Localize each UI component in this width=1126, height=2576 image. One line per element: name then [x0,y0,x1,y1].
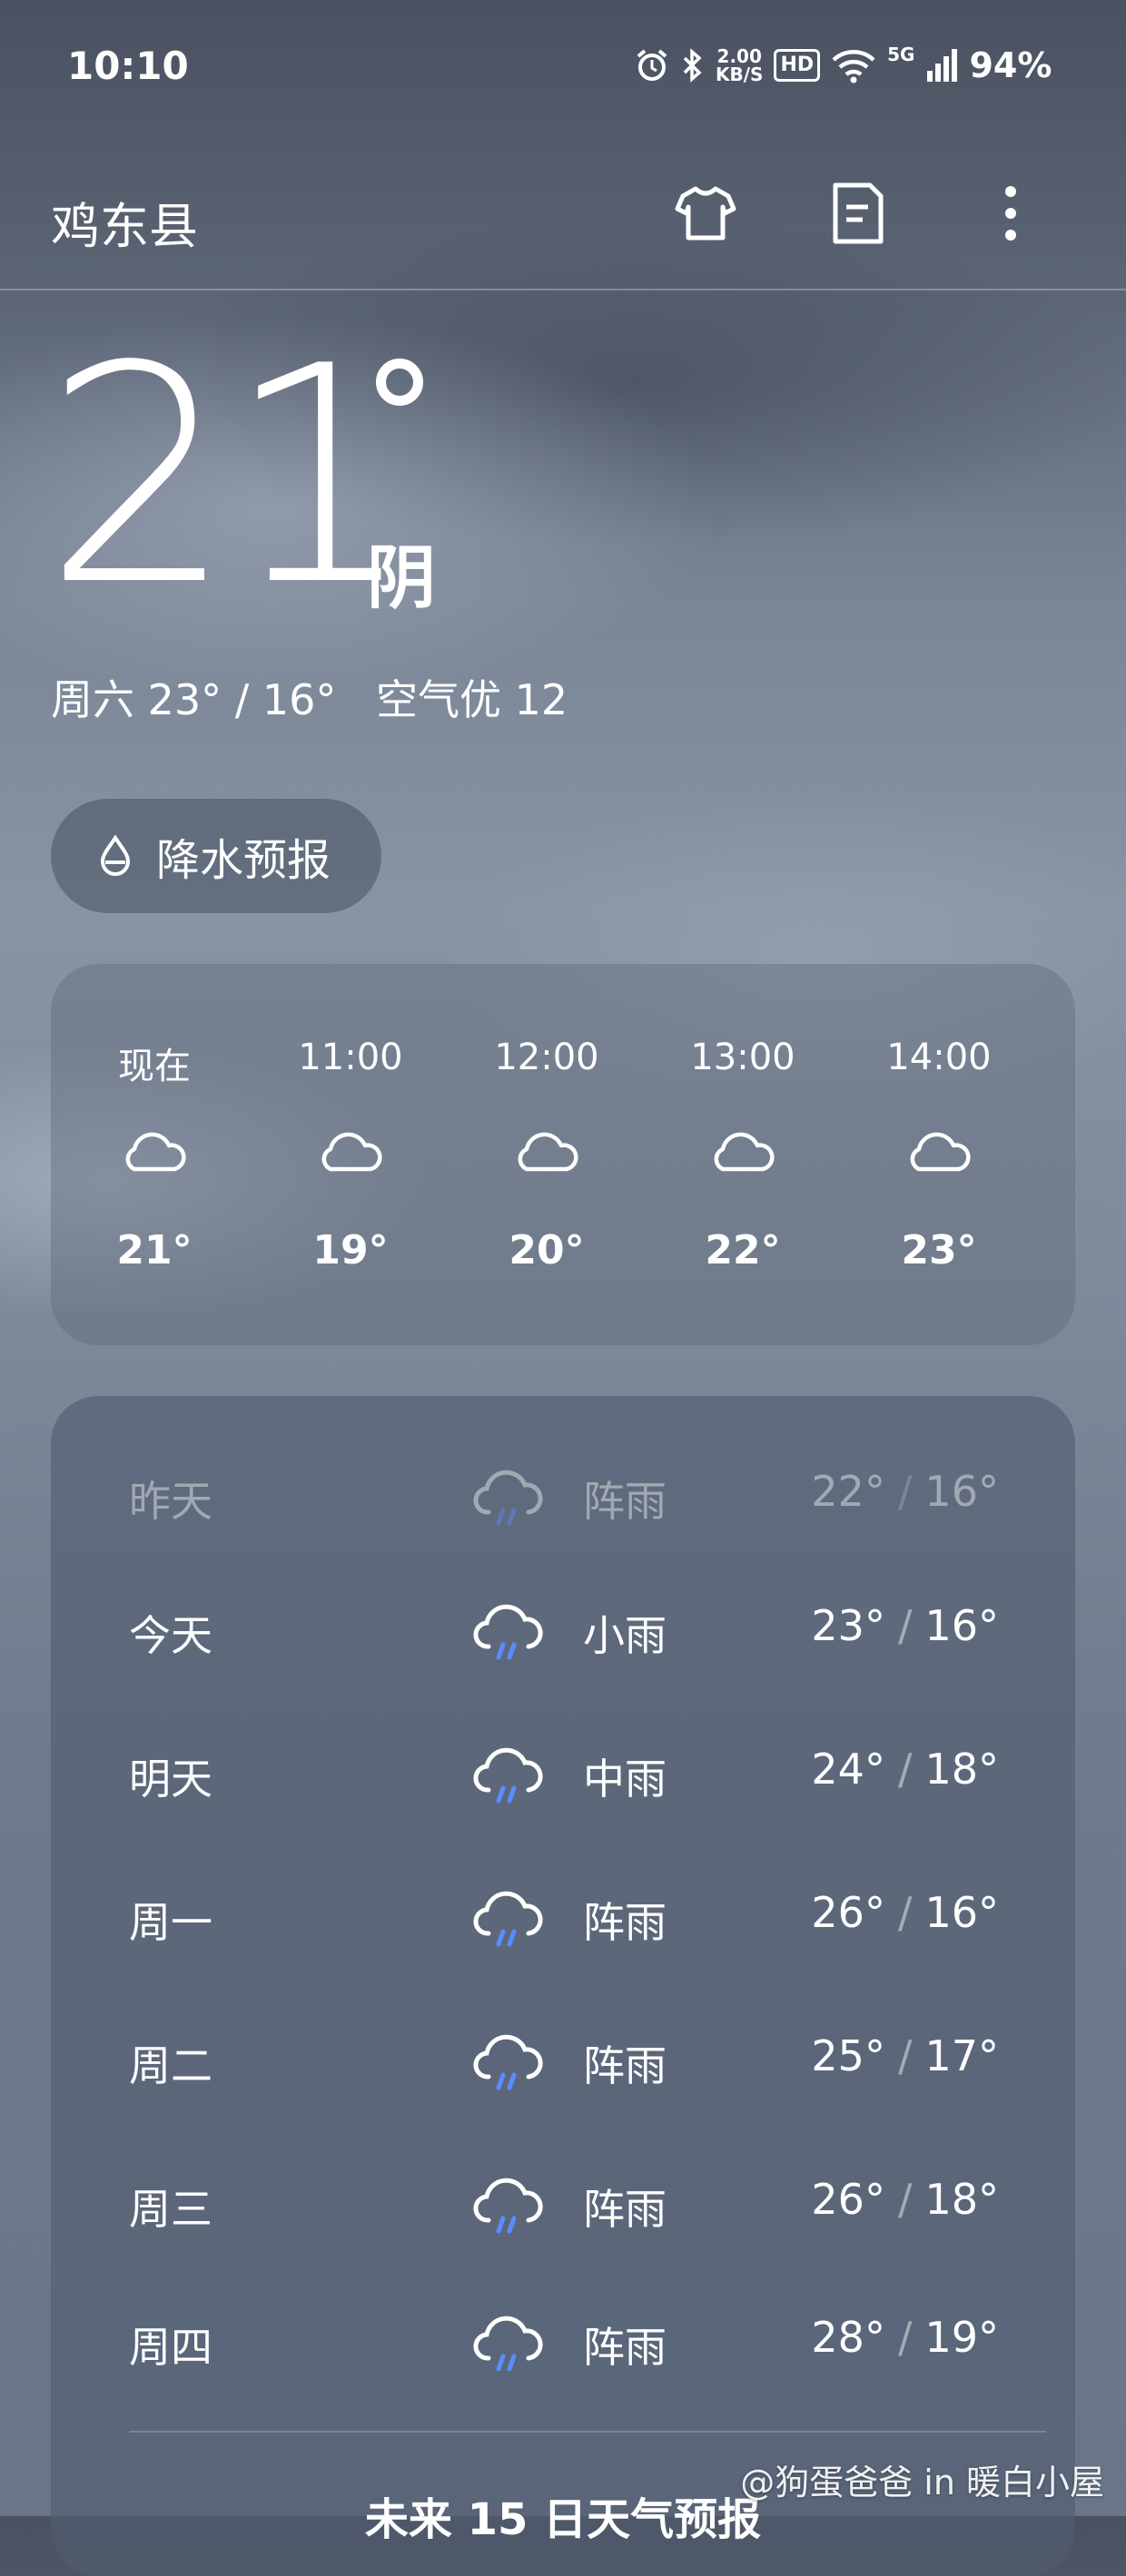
cloud-icon [910,1132,971,1172]
rain-cloud-icon [473,1604,543,1660]
tshirt-icon[interactable] [672,180,739,247]
hour-temp: 19° [312,1227,389,1273]
rain-cloud-icon [473,1470,543,1526]
signal-icon [927,49,958,82]
daily-divider [129,2431,1046,2433]
hour-time: 13:00 [690,1037,795,1078]
day-high: 23° [811,1601,885,1650]
day-condition: 阵雨 [583,2041,667,2090]
hour-time: 现在 [118,1046,191,1087]
hourly-forecast-card[interactable]: 现在 21° 11:00 19° 12:00 20° 13:00 22° 14:… [51,964,1075,1345]
status-time: 10:10 [67,44,189,88]
rain-cloud-icon [473,1747,543,1804]
current-condition: 阴 [367,537,436,618]
daily-row-today[interactable]: 今天 小雨 23°/16° [51,1576,1075,1685]
day-high: 26° [811,1888,885,1937]
today-high-low: 周六 23° / 16° [51,675,337,724]
cloud-icon [714,1132,775,1172]
rain-cloud-icon [473,2034,543,2090]
day-low: 19° [924,2313,999,2362]
net-speed-value: 2.00 [716,45,762,67]
day-name: 周二 [129,2041,212,2090]
daily-row-monday[interactable]: 周一 阵雨 26°/16° [51,1863,1075,1971]
hd-badge: HD [774,49,821,82]
battery-text: 94% [969,45,1052,85]
air-quality[interactable]: 空气优 12 [376,667,568,727]
hour-time: 12:00 [494,1037,599,1078]
cloud-icon [518,1132,578,1172]
status-icons: 2.00 KB/S HD 5G 94% [634,40,1052,91]
net-speed-unit: KB/S [716,64,764,85]
day-temp-range: 22°/16° [811,1467,999,1516]
precipitation-forecast-button[interactable]: 降水预报 [51,799,381,913]
network-type: 5G [887,44,915,65]
cloud-icon [321,1132,382,1172]
day-condition: 阵雨 [583,1898,667,1947]
day-name: 昨天 [129,1477,212,1526]
day-condition: 阵雨 [583,2185,667,2234]
day-temp-range: 26°/18° [811,2175,999,2224]
day-condition: 中雨 [583,1755,667,1804]
day-condition: 阵雨 [583,2323,667,2372]
daily-row-yesterday[interactable]: 昨天 阵雨 22°/16° [51,1441,1075,1550]
day-high: 25° [811,2031,885,2080]
day-low: 18° [924,1745,999,1794]
day-name: 周三 [129,2185,212,2234]
header-divider [0,289,1126,290]
daily-forecast-card: 昨天 阵雨 22°/16° 今天 小雨 23°/16° 明天 中雨 24°/18… [51,1396,1075,2576]
day-low: 16° [924,1601,999,1650]
watermark: @狗蛋爸爸 in 暖白小屋 [740,2463,1104,2502]
hour-temp: 20° [509,1227,585,1273]
rain-cloud-icon [473,1891,543,1947]
hour-time: 14:00 [886,1037,992,1078]
hour-temp: 21° [116,1227,193,1273]
daily-row-wednesday[interactable]: 周三 阵雨 26°/18° [51,2149,1075,2258]
day-high: 22° [811,1467,885,1516]
day-low: 18° [924,2175,999,2224]
day-temp-range: 25°/17° [811,2031,999,2080]
day-low: 17° [924,2031,999,2080]
document-icon[interactable] [825,180,892,247]
day-temp-range: 28°/19° [811,2313,999,2362]
day-temp-range: 26°/16° [811,1888,999,1937]
day-high: 24° [811,1745,885,1794]
day-temp-range: 24°/18° [811,1745,999,1794]
more-vert-icon[interactable] [977,180,1044,247]
hour-temp: 23° [901,1227,977,1273]
daily-row-tomorrow[interactable]: 明天 中雨 24°/18° [51,1719,1075,1828]
day-high: 28° [811,2313,885,2362]
day-name: 今天 [129,1611,212,1660]
current-temperature: 21 [44,302,416,651]
rain-cloud-icon [473,2178,543,2234]
day-high: 26° [811,2175,885,2224]
degree-symbol [376,359,423,406]
cloud-icon [125,1132,186,1172]
daily-row-thursday[interactable]: 周四 阵雨 28°/19° [51,2287,1075,2396]
city-name[interactable]: 鸡东县 [51,186,198,258]
day-condition: 阵雨 [583,1477,667,1526]
day-temp-range: 23°/16° [811,1601,999,1650]
day-low: 16° [924,1467,999,1516]
drop-icon [100,835,131,876]
precipitation-forecast-label: 降水预报 [156,835,331,886]
daily-row-tuesday[interactable]: 周二 阵雨 25°/17° [51,2006,1075,2115]
day-low: 16° [924,1888,999,1937]
rain-cloud-icon [473,2315,543,2372]
hour-temp: 22° [705,1227,781,1273]
alarm-icon [637,49,667,81]
hour-time: 11:00 [298,1037,403,1078]
day-condition: 小雨 [583,1611,667,1660]
day-name: 明天 [129,1755,212,1804]
day-name: 周一 [129,1898,212,1947]
net-speed: 2.00 KB/S [716,47,763,84]
wifi-icon [832,50,875,84]
bluetooth-icon [683,48,702,83]
day-name: 周四 [129,2323,212,2372]
